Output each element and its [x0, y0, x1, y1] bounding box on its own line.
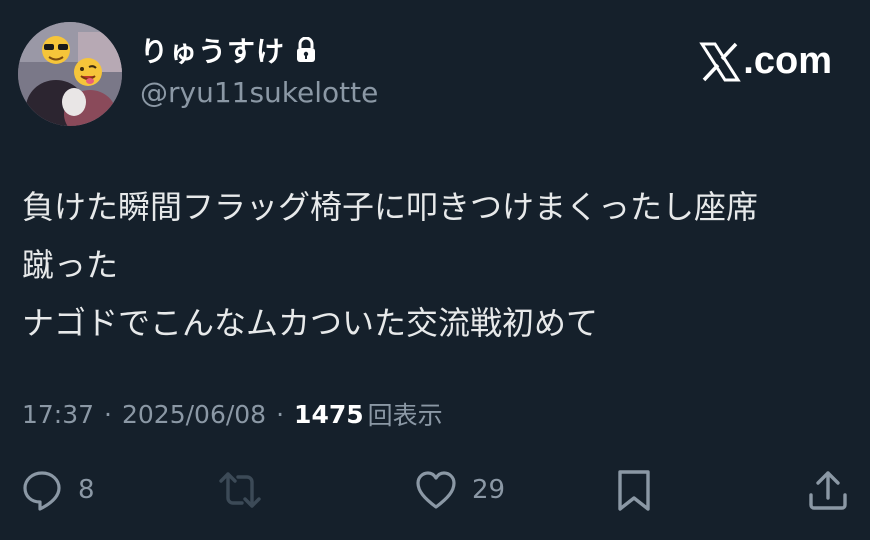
share-icon	[809, 471, 847, 510]
tweet-date[interactable]: 2025/06/08	[122, 400, 266, 429]
x-brand: .com	[699, 40, 832, 83]
like-button[interactable]: 29	[414, 468, 505, 512]
x-logo-icon	[699, 42, 742, 81]
reply-button[interactable]: 8	[20, 468, 95, 512]
tweet-line: ナゴドでこんなムカついた交流戦初めて	[22, 304, 599, 342]
heart-icon	[416, 471, 456, 509]
avatar[interactable]	[18, 22, 122, 126]
reply-icon	[23, 471, 61, 511]
tweet-line: 蹴った	[22, 246, 119, 284]
tweet-text: 負けた瞬間フラッグ椅子に叩きつけまくったし座席 蹴った ナゴドでこんなムカついた…	[22, 178, 852, 352]
user-handle[interactable]: @ryu11sukelotte	[140, 76, 378, 109]
reply-count: 8	[78, 475, 95, 505]
retweet-icon	[219, 472, 261, 508]
like-count: 29	[472, 475, 506, 505]
meta-separator: ·	[276, 399, 285, 429]
bookmark-icon	[618, 470, 650, 511]
display-name[interactable]: りゅうすけ	[140, 30, 285, 70]
tweet-line: 負けた瞬間フラッグ椅子に叩きつけまくったし座席	[22, 188, 759, 226]
views-count: 1475	[294, 399, 364, 429]
name-row: りゅうすけ	[140, 30, 317, 70]
tweet-time: 17:37	[22, 399, 95, 429]
brand-domain: .com	[743, 40, 832, 82]
retweet-button[interactable]	[218, 468, 276, 512]
action-bar: 8 29	[0, 468, 870, 520]
lock-icon	[297, 37, 316, 62]
avatar-photo	[18, 22, 122, 126]
bookmark-button[interactable]	[612, 468, 656, 512]
share-button[interactable]	[806, 468, 850, 512]
tweet-meta: 17:37 · 2025/06/08 · 1475 回表示	[22, 396, 443, 432]
views-label: 回表示	[367, 401, 443, 430]
meta-separator: ·	[104, 399, 112, 429]
